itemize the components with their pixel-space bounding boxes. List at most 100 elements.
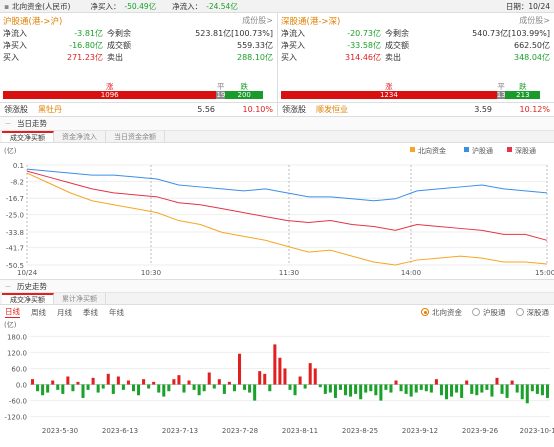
bar [258,371,262,385]
bar [439,384,443,396]
stat-label: 成交额 [107,40,131,50]
bar [273,344,277,385]
tab-hist-cumulative[interactable]: 累计净买额 [54,293,106,304]
bar [111,384,115,394]
panel-stats: 净流入 -3.81亿 今剩余 523.81亿[100.73%] 净买入 -16.8… [0,28,277,63]
period-daily[interactable]: 日线 [5,306,20,318]
x-tick-label: 2023-6-13 [102,427,138,435]
sh-connect-panel: 沪股通(港->沪) 成份股> 净流入 -3.81亿 今剩余 523.81亿[100.… [0,13,277,102]
bar [318,384,322,388]
legend-label: 深股通 [515,146,536,155]
bar [394,380,398,385]
history-bar-chart[interactable]: (亿) 180.0 120.0 60.0 0.0 -60.0 -120.0 2023-5-30… [0,319,554,442]
intraday-line-chart[interactable]: (亿) 北向资金 沪股通 深股通 0.1 -8.2 -16.7 -25.0 -33.8 -41.7… [0,143,554,279]
intraday-section-header[interactable]: — 当日走势 [0,117,554,131]
bar [116,376,120,385]
y-tick-label: 0.0 [16,382,27,390]
history-options: 日线 周线 月线 季线 年线 北向资金 沪股通 深股通 [0,305,554,319]
sz-leader-row[interactable]: 领涨股 顺发恒业 3.59 10.12% [277,103,554,116]
collapse-arrow-icon[interactable]: — [5,120,11,127]
down-label: 跌 [519,82,527,91]
stat-label: 成交额 [385,40,409,50]
bar [172,379,176,385]
tab-hist-net-buy[interactable]: 成交净买额 [2,293,54,304]
series-line-1 [26,168,548,202]
bar [359,384,363,400]
x-tick-label: 10:30 [141,269,161,277]
bar [152,381,156,385]
bar [91,377,95,385]
bar [142,379,146,385]
history-tabs: 成交净买额 累计净买额 [0,293,554,305]
panel-header: 沪股通(港->沪) 成份股> [0,13,277,28]
panel-title[interactable]: 沪股通(港->沪) [3,15,62,27]
bar [86,384,90,390]
leader-stock-name[interactable]: 黑牡丹 [38,103,62,116]
constituents-link[interactable]: 成份股> [242,15,273,26]
bar [96,384,100,393]
bar [202,384,206,392]
stat-value: 540.73亿[103.99%] [472,29,550,38]
bar [465,380,469,385]
x-tick-label: 2023-8-25 [342,427,378,435]
y-tick-label: 180.0 [7,333,27,341]
tab-balance[interactable]: 当日资金余额 [106,131,165,142]
bar [187,380,191,385]
bar [227,381,231,385]
x-tick-label: 14:00 [401,269,421,277]
panel-title[interactable]: 深股通(港->深) [281,15,340,27]
stat-value: -16.80亿 [69,40,103,50]
y-tick-label: 0.1 [13,162,24,170]
constituents-link[interactable]: 成份股> [519,15,550,26]
bar [328,384,332,393]
period-weekly[interactable]: 周线 [31,307,46,318]
tab-net-buy[interactable]: 成交净买额 [2,131,54,142]
decline-count: 213 [505,91,541,99]
radio-north[interactable]: 北向资金 [421,307,462,318]
net-inflow-value: -24.54亿 [206,1,238,11]
radio-sh[interactable]: 沪股通 [472,307,506,318]
bar [288,384,292,390]
period-quarterly[interactable]: 季线 [83,307,98,318]
bar [520,384,524,400]
bar [162,384,166,397]
sz-connect-panel: 深股通(港->深) 成份股> 净流入 -20.73亿 今剩余 540.73亿[103… [277,13,554,102]
collapse-icon[interactable]: ▪ [4,2,9,11]
bar [384,384,388,390]
period-monthly[interactable]: 月线 [57,307,72,318]
leader-label: 领涨股 [282,105,306,114]
y-axis-unit: (亿) [4,320,17,329]
bar [253,384,257,401]
x-tick-label: 11:30 [279,269,299,277]
stat-value: -33.58亿 [347,40,381,50]
legend-label: 北向资金 [418,146,446,155]
history-section-header[interactable]: — 历史走势 [0,279,554,293]
stat-value: 662.50亿 [514,40,550,50]
header-bar: ▪ 北向资金(人民币) 净买入： -50.49亿 净流入： -24.54亿 日期… [0,0,554,13]
y-tick-label: -60.0 [9,398,27,406]
leader-stock-name[interactable]: 顺发恒业 [316,103,348,116]
stat-label: 买入 [3,52,19,62]
bar [515,384,519,393]
flat-label: 平 [497,82,505,91]
advance-decline-bar: 1234 13 213 [281,91,549,99]
y-tick-label: -16.7 [6,195,24,203]
x-tick-label: 10/24 [17,269,38,277]
leader-price: 3.59 [474,105,492,114]
flat-label: 平 [216,82,225,91]
radio-sz[interactable]: 深股通 [515,307,549,318]
collapse-arrow-icon[interactable]: — [5,283,11,290]
stat-value: -20.73亿 [347,29,381,38]
panel-header: 深股通(港->深) 成份股> [278,13,554,28]
leader-pct: 10.10% [242,105,273,114]
flat-count: 13 [496,91,506,99]
bar [278,357,282,385]
decline-count: 200 [225,91,264,99]
period-yearly[interactable]: 年线 [109,307,124,318]
bar [298,376,302,385]
tab-net-inflow[interactable]: 资金净流入 [54,131,106,142]
bar [263,373,267,385]
y-tick-label: 120.0 [7,349,27,357]
sh-leader-row[interactable]: 领涨股 黑牡丹 5.56 10.10% [0,103,277,116]
legend-swatch [464,147,469,152]
